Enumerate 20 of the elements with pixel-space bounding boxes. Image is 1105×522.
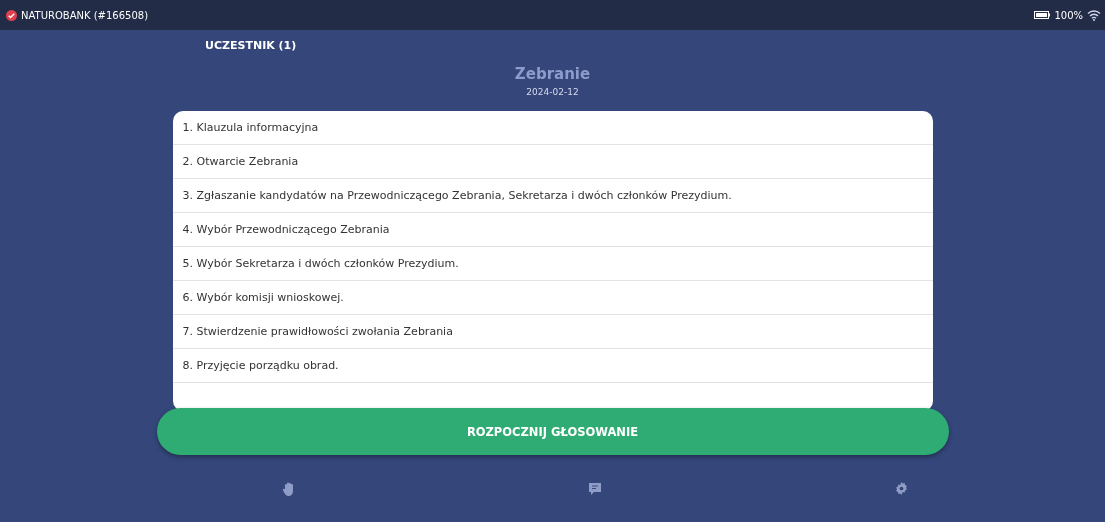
agenda-item: 4. Wybór Przewodniczącego Zebrania [172,213,933,247]
battery-icon [1034,11,1051,19]
agenda-item: 3. Zgłaszanie kandydatów na Przewodniczącego Zebrania, Sekretarza i dwóch członków Prezydium. [172,179,933,213]
meeting-title: Zebranie [514,65,591,83]
hand-icon[interactable] [282,481,295,496]
agenda-item: 5. Wybór Sekretarza i dwóch członków Prezydium. [172,247,933,281]
start-voting-button[interactable]: ROZPOCZNIJ GŁOSOWANIE [156,408,949,455]
wifi-icon [1087,9,1101,21]
participant-role: UCZESTNIK (1) [205,39,297,52]
agenda-item: 2. Otwarcie Zebrania [172,145,933,179]
settings-icon[interactable] [894,482,908,495]
agenda-item: 8. Przyjęcie porządku obrad. [172,349,933,383]
chat-icon[interactable] [587,481,602,496]
agenda-item: 6. Wybór komisji wnioskowej. [172,281,933,315]
agenda-item: 1. Klauzula informacyjna [172,111,933,145]
battery-level: 100% [1054,9,1083,21]
account-name: NATUROBANK (#166508) [21,9,149,21]
agenda-item: 7. Stwierdzenie prawidłowości zwołania Zebrania [172,315,933,349]
meeting-date: 2024-02-12 [526,87,579,97]
check-circle-icon [6,9,17,21]
